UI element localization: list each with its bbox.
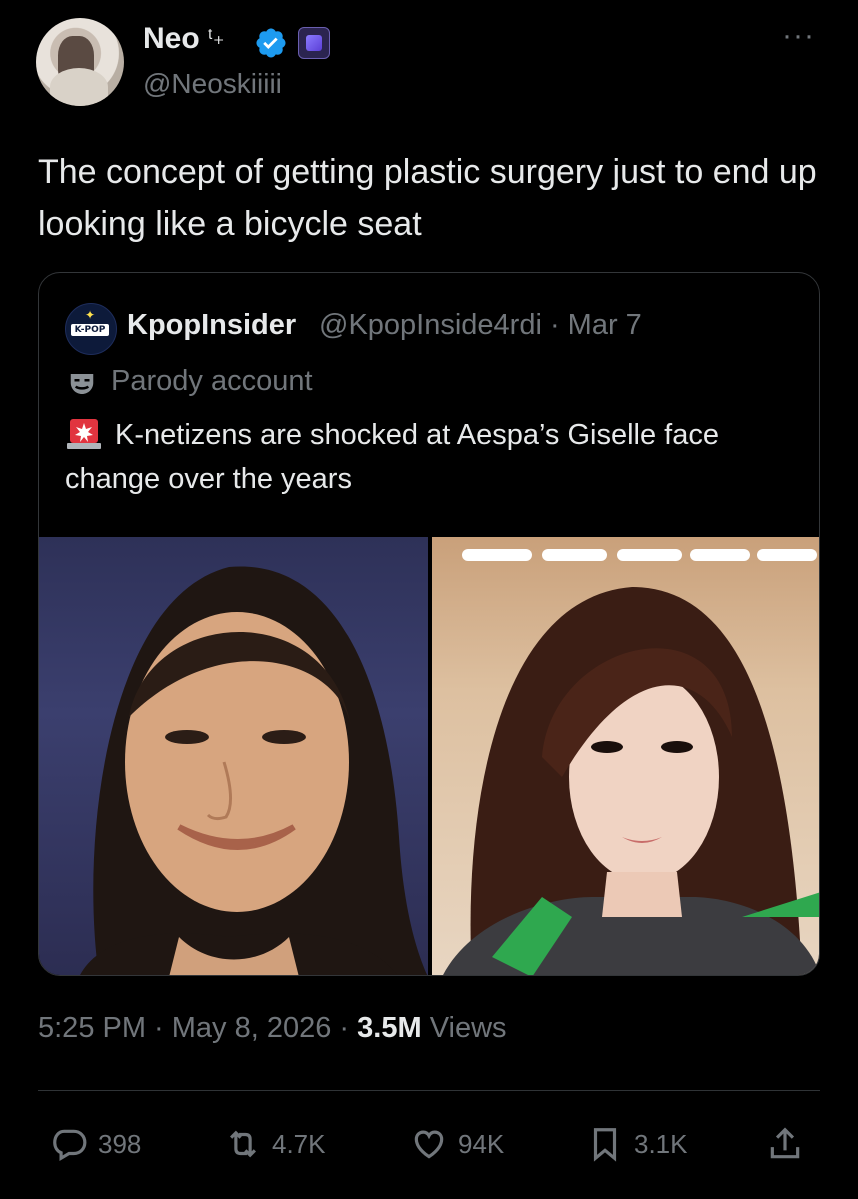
like-count: 94K — [458, 1128, 505, 1159]
bookmark-button[interactable]: 3.1K — [586, 1124, 688, 1164]
divider — [38, 1090, 820, 1091]
quoted-image-right[interactable] — [432, 537, 819, 975]
quoted-author-avatar[interactable]: ✦ K-POP — [65, 303, 117, 355]
views-count: 3.5M — [357, 1012, 422, 1044]
author-handle[interactable]: @Neoskiiiii — [143, 68, 282, 100]
like-button[interactable]: 94K — [410, 1124, 504, 1164]
share-icon — [770, 1127, 800, 1159]
portrait-illustration-left — [80, 566, 428, 975]
quoted-display-name[interactable]: KpopInsider — [127, 309, 296, 342]
quoted-image-left[interactable] — [39, 537, 428, 975]
repost-count: 4.7K — [272, 1128, 326, 1159]
affiliate-badge-icon[interactable] — [298, 27, 330, 59]
share-button[interactable] — [766, 1124, 804, 1164]
verified-badge-icon[interactable] — [254, 26, 288, 60]
reply-icon — [53, 1129, 87, 1162]
author-name-decoration: ᵗ₊ — [208, 24, 225, 49]
tweet-timestamp-views: 5:25 PM · May 8, 2026 · 3.5M Views — [38, 1012, 507, 1045]
author-avatar[interactable] — [36, 18, 124, 106]
tweet-text: The concept of getting plastic surgery j… — [38, 153, 817, 243]
views-label: Views — [421, 1012, 507, 1044]
quoted-avatar-label: K-POP — [71, 324, 109, 336]
parody-account-label: Parody account — [111, 365, 313, 397]
parody-mask-icon — [70, 374, 94, 394]
bookmark-icon — [593, 1128, 617, 1162]
quoted-handle-date: @KpopInside4rdi · Mar 7 — [319, 309, 642, 341]
repost-button[interactable]: 4.7K — [224, 1124, 326, 1164]
reply-count: 398 — [98, 1128, 142, 1159]
reply-button[interactable]: 398 — [50, 1124, 141, 1164]
repost-icon — [230, 1130, 256, 1158]
more-options-icon[interactable]: ··· — [782, 21, 815, 51]
tweet-timestamp: 5:25 PM · May 8, 2026 · — [38, 1012, 358, 1044]
heart-icon — [414, 1130, 444, 1159]
portrait-illustration-right — [443, 587, 819, 975]
quoted-tweet-text: K-netizens are shocked at Aespa’s Gisell… — [65, 419, 719, 495]
author-display-name[interactable]: Neo — [143, 22, 200, 56]
quoted-tweet-card[interactable]: ✦ K-POP KpopInsider @KpopInside4rdi · Ma… — [38, 272, 820, 976]
bookmark-count: 3.1K — [634, 1128, 688, 1159]
avatar-figure-coat — [50, 68, 108, 106]
lightbulb-icon: ✦ — [85, 308, 96, 322]
